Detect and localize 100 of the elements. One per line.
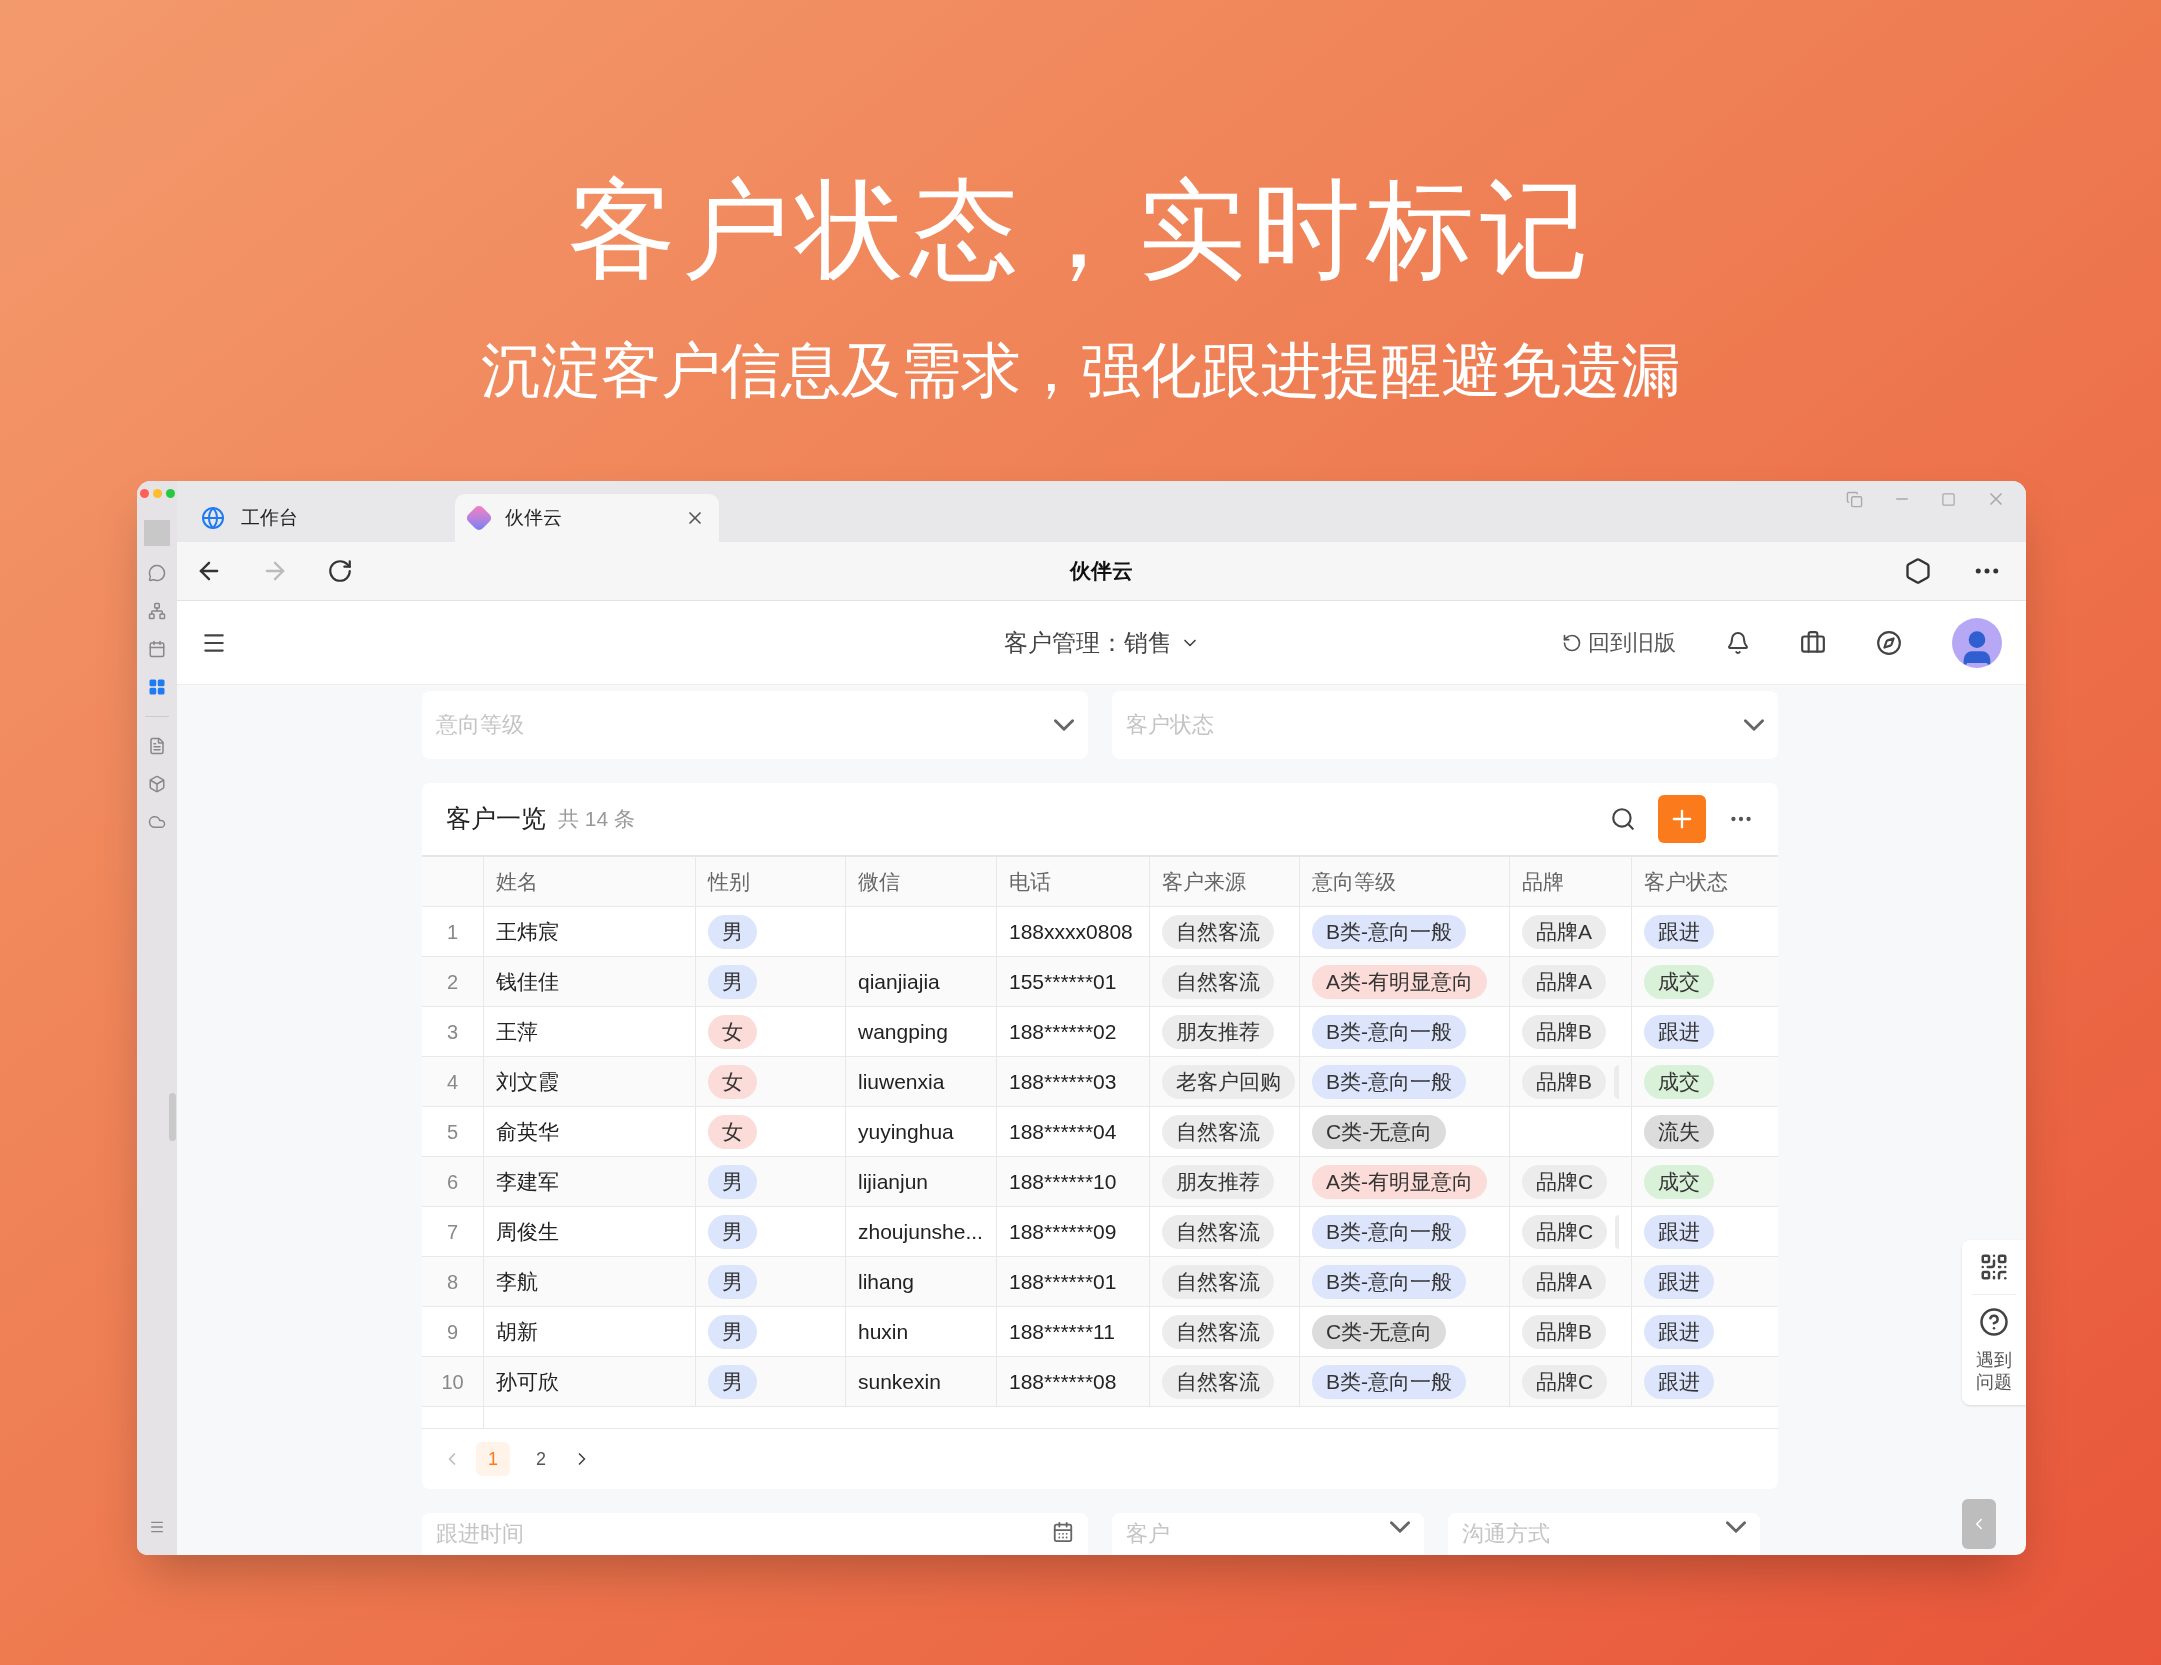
headline: 客户状态，实时标记 <box>567 168 1594 292</box>
row-number: 5 <box>446 1119 459 1145</box>
compass-icon[interactable] <box>1876 629 1902 656</box>
table-cell-text: qianjiajia <box>858 968 940 995</box>
brand-tag: 品牌A <box>1522 914 1606 949</box>
briefcase-icon[interactable] <box>1800 629 1826 656</box>
source-tag: 自然客流 <box>1162 914 1274 949</box>
table-cell-text: 李航 <box>496 1268 538 1295</box>
help-label[interactable]: 遇到问题 <box>1974 1349 2014 1393</box>
table-cell-text: 188******03 <box>1009 1068 1117 1095</box>
column-header[interactable]: 性别 <box>696 857 846 906</box>
row-number: 9 <box>446 1319 459 1345</box>
brand-tag: 品牌B <box>1522 1314 1606 1349</box>
table-cell-text: yuyinghua <box>858 1118 954 1145</box>
table-cell-text: sunkexin <box>858 1368 941 1395</box>
page-button[interactable]: 2 <box>524 1442 558 1476</box>
brand-tag: 品牌C <box>1522 1164 1608 1199</box>
table-cell-text: 188******02 <box>1009 1018 1117 1045</box>
row-number: 1 <box>446 919 459 945</box>
reload-icon[interactable] <box>327 558 353 584</box>
status-tag: 跟进 <box>1644 1364 1714 1399</box>
status-tag: 跟进 <box>1644 1264 1714 1299</box>
table-cell-text: 孙可欣 <box>496 1368 559 1395</box>
switch-icon <box>1562 632 1582 653</box>
status-tag: 成交 <box>1644 964 1714 999</box>
org-chart-icon[interactable] <box>148 602 166 620</box>
browser-tab[interactable]: 伙伴云 <box>455 494 719 542</box>
row-number: 7 <box>446 1219 459 1245</box>
column-header[interactable]: 品牌 <box>1510 857 1632 906</box>
source-tag: 老客户回购 <box>1162 1064 1295 1099</box>
table-cell-text: 188******01 <box>1009 1268 1117 1295</box>
source-tag: 自然客流 <box>1162 1364 1274 1399</box>
source-tag: 自然客流 <box>1162 1264 1274 1299</box>
table-cell-text: 周俊生 <box>496 1218 559 1245</box>
settings-icon[interactable] <box>1904 557 1932 585</box>
status-tag: 跟进 <box>1644 1214 1714 1249</box>
table-cell-text: 俞英华 <box>496 1118 559 1145</box>
gender-tag: 男 <box>708 1164 757 1199</box>
calendar-icon <box>1052 1521 1074 1543</box>
brand-tag: 品牌C <box>1522 1364 1608 1399</box>
row-number: 2 <box>446 969 459 995</box>
intent-tag: B类-意向一般 <box>1312 1064 1466 1099</box>
column-header[interactable]: 微信 <box>846 857 997 906</box>
table-cell-text: 188******09 <box>1009 1218 1117 1245</box>
gender-tag: 男 <box>708 1214 757 1249</box>
source-tag: 自然客流 <box>1162 1214 1274 1249</box>
status-tag: 跟进 <box>1644 1314 1714 1349</box>
intent-tag: C类-无意向 <box>1312 1314 1447 1349</box>
row-number: 3 <box>446 1019 459 1045</box>
intent-tag: C类-无意向 <box>1312 1114 1447 1149</box>
grid-icon[interactable] <box>148 678 166 696</box>
brand-tag: 品牌A <box>1522 964 1606 999</box>
gender-tag: 女 <box>708 1014 757 1049</box>
window-restore-icon[interactable] <box>1846 490 1863 508</box>
column-header[interactable]: 意向等级 <box>1300 857 1510 906</box>
gender-tag: 男 <box>708 914 757 949</box>
help-icon[interactable] <box>1979 1307 2009 1337</box>
column-header[interactable]: 客户来源 <box>1150 857 1300 906</box>
cube-icon[interactable] <box>148 775 166 793</box>
page-title: 伙伴云 <box>1070 558 1133 585</box>
chevron-down-icon <box>1744 719 1764 731</box>
table-cell-text: 188xxxx0808 <box>1009 918 1133 945</box>
chevron-down-icon <box>1726 1521 1746 1533</box>
intent-tag: B类-意向一般 <box>1312 1014 1466 1049</box>
status-tag: 成交 <box>1644 1064 1714 1099</box>
cloud-icon[interactable] <box>148 813 166 831</box>
maximize-icon[interactable] <box>1941 491 1956 507</box>
column-header[interactable]: 电话 <box>997 857 1150 906</box>
gender-tag: 男 <box>708 1364 757 1399</box>
scrollbar-thumb[interactable] <box>169 1093 176 1141</box>
intent-tag: B类-意向一般 <box>1312 914 1466 949</box>
gender-tag: 男 <box>708 1314 757 1349</box>
column-header[interactable]: 客户状态 <box>1632 857 1778 906</box>
status-tag: 成交 <box>1644 1164 1714 1199</box>
column-header[interactable]: 姓名 <box>484 857 696 906</box>
intent-tag: A类-有明显意向 <box>1312 964 1487 999</box>
document-icon[interactable] <box>148 737 166 755</box>
qr-code-icon[interactable] <box>1979 1252 2009 1282</box>
intent-tag: B类-意向一般 <box>1312 1264 1466 1299</box>
source-tag: 自然客流 <box>1162 964 1274 999</box>
bell-icon[interactable] <box>1726 630 1750 655</box>
table-cell-text: 188******11 <box>1009 1318 1115 1345</box>
add-button[interactable] <box>1658 795 1706 843</box>
status-tag: 流失 <box>1644 1114 1714 1149</box>
status-tag: 跟进 <box>1644 914 1714 949</box>
workspace-switcher[interactable]: 客户管理：销售 <box>1003 624 1200 661</box>
search-icon[interactable] <box>1610 806 1636 832</box>
row-number: 4 <box>446 1069 459 1095</box>
source-tag: 自然客流 <box>1162 1114 1274 1149</box>
chevron-down-icon <box>1054 719 1074 731</box>
table-cell-text: lihang <box>858 1268 915 1295</box>
table-cell-text: zhoujunshe... <box>858 1218 983 1245</box>
chat-icon[interactable] <box>148 564 166 582</box>
brand-tag: 品牌B <box>1522 1014 1606 1049</box>
legacy-version-link[interactable]: 回到旧版 <box>1562 626 1676 659</box>
collapse-button[interactable] <box>1962 1499 1996 1549</box>
table-cell-text: 188******08 <box>1009 1368 1117 1395</box>
source-tag: 朋友推荐 <box>1162 1014 1274 1049</box>
calendar-icon[interactable] <box>148 640 166 658</box>
avatar[interactable] <box>1952 617 2002 668</box>
